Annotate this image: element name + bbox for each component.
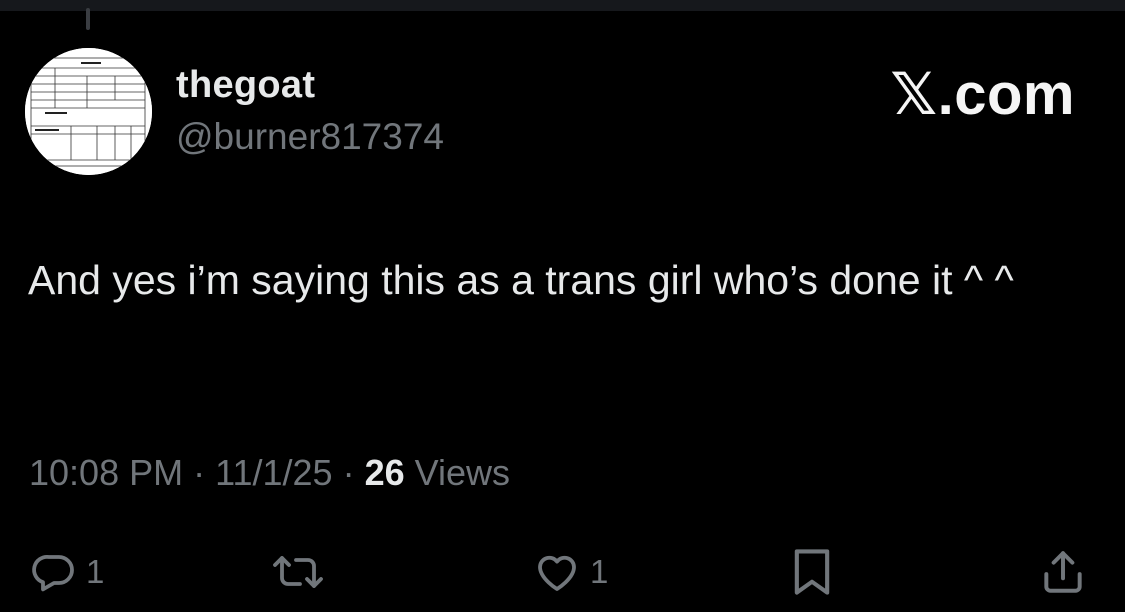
like-button[interactable]: 1 bbox=[532, 540, 608, 604]
heart-icon bbox=[532, 548, 582, 596]
reply-count: 1 bbox=[86, 553, 105, 590]
bookmark-button[interactable] bbox=[790, 540, 834, 604]
user-handle[interactable]: @burner817374 bbox=[176, 116, 444, 158]
x-logo: 𝕏.com bbox=[890, 62, 1075, 127]
avatar[interactable] bbox=[25, 48, 152, 175]
views-label[interactable]: Views bbox=[415, 452, 510, 493]
reply-button[interactable]: 1 bbox=[30, 540, 104, 604]
top-bar bbox=[0, 0, 1125, 11]
scroll-indicator bbox=[86, 8, 90, 30]
separator: · bbox=[342, 452, 355, 493]
tweet-text: And yes i’m saying this as a trans girl … bbox=[28, 257, 1014, 303]
retweet-button[interactable] bbox=[272, 540, 324, 604]
separator: · bbox=[193, 452, 206, 493]
bookmark-icon bbox=[790, 546, 834, 598]
document-form-image bbox=[25, 48, 152, 175]
tweet-time[interactable]: 10:08 PM bbox=[29, 452, 183, 493]
display-name[interactable]: thegoat bbox=[176, 64, 315, 107]
share-icon bbox=[1038, 546, 1088, 598]
reply-icon bbox=[30, 548, 78, 596]
tweet-date[interactable]: 11/1/25 bbox=[215, 452, 332, 493]
like-count: 1 bbox=[590, 553, 609, 590]
views-count[interactable]: 26 bbox=[365, 452, 405, 493]
tweet-meta: 10:08 PM · 11/1/25 · 26 Views bbox=[29, 452, 510, 494]
retweet-icon bbox=[272, 548, 324, 596]
action-bar: 1 1 bbox=[0, 540, 1125, 610]
share-button[interactable] bbox=[1038, 540, 1088, 604]
